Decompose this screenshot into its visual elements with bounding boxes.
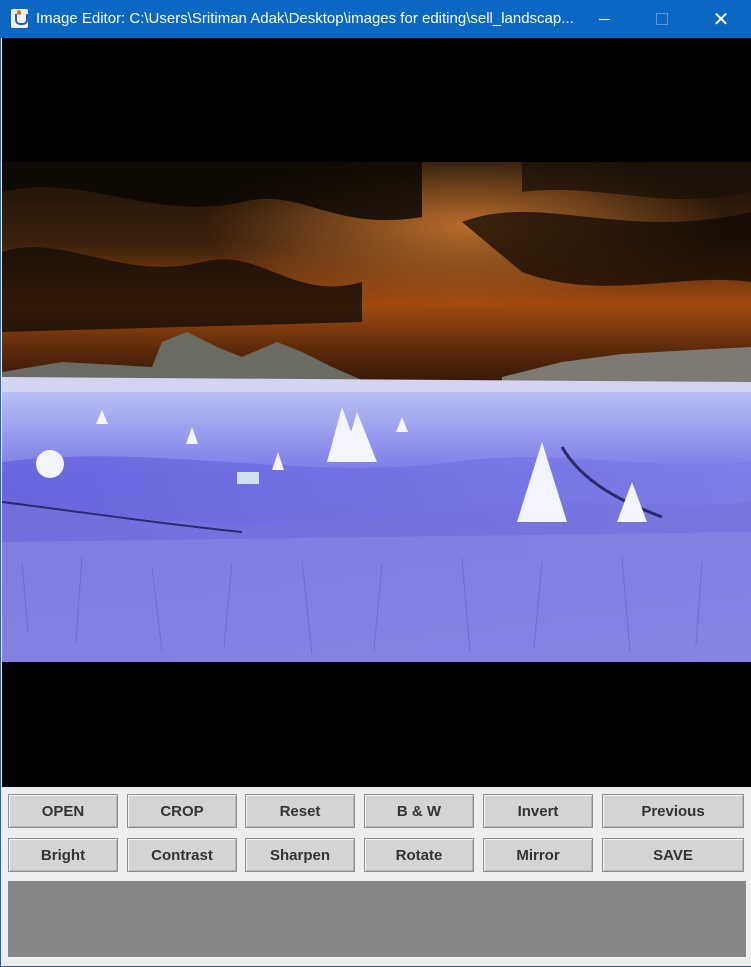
reset-button[interactable]: Reset	[245, 794, 355, 828]
title-bar[interactable]: Image Editor: C:\Users\Sritiman Adak\Des…	[1, 0, 751, 38]
minimize-icon	[598, 18, 610, 20]
java-app-icon	[11, 9, 28, 28]
save-button[interactable]: SAVE	[602, 838, 744, 872]
maximize-icon	[656, 13, 668, 25]
button-panel: OPEN CROP Reset B & W Invert Previous Br…	[2, 787, 751, 966]
previous-button[interactable]: Previous	[602, 794, 744, 828]
mirror-button[interactable]: Mirror	[483, 838, 593, 872]
invert-button[interactable]: Invert	[483, 794, 593, 828]
status-area	[8, 881, 746, 957]
minimize-button[interactable]	[575, 0, 633, 38]
contrast-button[interactable]: Contrast	[127, 838, 237, 872]
maximize-button	[633, 0, 691, 38]
image-editor-window: Image Editor: C:\Users\Sritiman Adak\Des…	[0, 0, 751, 967]
window-title: Image Editor: C:\Users\Sritiman Adak\Des…	[36, 10, 574, 27]
close-button[interactable]: ✕	[692, 0, 750, 38]
bright-button[interactable]: Bright	[8, 838, 118, 872]
close-icon: ✕	[712, 7, 730, 31]
open-button[interactable]: OPEN	[8, 794, 118, 828]
sharpen-button[interactable]: Sharpen	[245, 838, 355, 872]
black-white-button[interactable]: B & W	[364, 794, 474, 828]
rotate-button[interactable]: Rotate	[364, 838, 474, 872]
landscape-image	[2, 162, 751, 662]
image-canvas	[2, 38, 751, 787]
edited-image	[2, 162, 751, 662]
crop-button[interactable]: CROP	[127, 794, 237, 828]
